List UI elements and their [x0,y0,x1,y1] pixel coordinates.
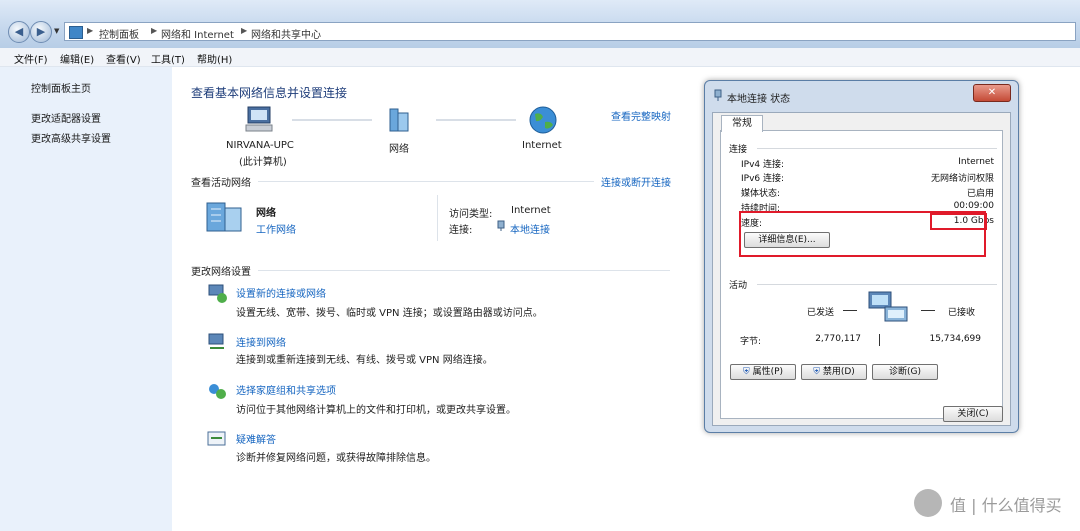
breadcrumb-control-panel[interactable]: 控制面板 [99,26,139,41]
menu-edit[interactable]: 编辑(E) [60,51,94,66]
dialog-title: 本地连接 状态 [727,94,791,105]
active-networks-header: 查看活动网络 [191,178,251,189]
breadcrumb-network-sharing-center[interactable]: 网络和共享中心 [251,26,321,41]
task-desc-new-connection: 设置无线、宽带、拨号、临时或 VPN 连接；或设置路由器或访问点。 [236,308,543,319]
network-icon [389,108,409,132]
ipv4-value: Internet [958,157,994,167]
computer-name: NIRVANA-UPC [226,140,294,151]
computer-sub-label: (此计算机) [239,157,287,168]
connect-to-network-icon [208,333,224,349]
properties-button[interactable]: ⛨ 属性(P) [730,364,796,380]
task-title-homegroup[interactable]: 选择家庭组和共享选项 [236,382,336,397]
connection-group-label: 连接 [729,145,748,155]
internet-label: Internet [522,140,562,151]
shield-icon: ⛨ [813,367,820,377]
disable-button-label: 禁用(D) [822,367,855,377]
network-type-link[interactable]: 工作网络 [256,221,296,236]
troubleshoot-icon [207,431,226,446]
left-pane: 控制面板主页 更改适配器设置 更改高级共享设置 [0,67,172,531]
disable-button[interactable]: ⛨ 禁用(D) [801,364,867,380]
diagnose-button[interactable]: 诊断(G) [872,364,938,380]
divider [757,284,997,285]
address-bar[interactable]: ▶ 控制面板 ▶ 网络和 Internet ▶ 网络和共享中心 [64,22,1076,41]
menu-help[interactable]: 帮助(H) [197,51,232,66]
dialog-close-x-button[interactable]: ✕ [973,84,1011,102]
connect-disconnect-link[interactable]: 连接或断开连接 [601,174,671,189]
menu-file[interactable]: 文件(F) [14,51,48,66]
network-building-icon [206,202,242,232]
shield-icon: ⛨ [742,367,750,377]
received-label: 已接收 [948,308,976,318]
sent-label: 已发送 [807,308,835,318]
task-title-troubleshoot[interactable]: 疑难解答 [236,431,276,446]
sidebar-item-control-panel-home[interactable]: 控制面板主页 [31,80,91,95]
access-type-label: 访问类型: [449,209,493,220]
control-panel-icon [69,26,83,39]
bytes-sent-value: 2,770,117 [815,334,861,344]
globe-icon [529,106,557,134]
active-network-name: 网络 [256,208,276,219]
network-activity-icon [868,291,908,322]
page-title: 查看基本网络信息并设置连接 [191,86,348,100]
network-link-line [436,119,516,121]
task-desc-connect-network: 连接到或重新连接到无线、有线、拨号或 VPN 网络连接。 [236,355,493,366]
breadcrumb-separator-icon: ▶ [87,26,94,35]
sidebar-item-advanced-sharing[interactable]: 更改高级共享设置 [31,130,111,145]
properties-button-label: 属性(P) [752,367,784,377]
menu-tools[interactable]: 工具(T) [151,51,185,66]
breadcrumb-network-internet[interactable]: 网络和 Internet [161,26,234,41]
sidebar-item-change-adapter[interactable]: 更改适配器设置 [31,110,101,125]
recent-pages-icon[interactable]: ▼ [54,27,59,35]
homegroup-icon [209,384,226,399]
speed-value-highlight-box [930,213,987,230]
ipv6-label: IPv6 连接: [741,174,785,184]
divider [258,270,670,271]
received-line [921,310,935,311]
task-desc-homegroup: 访问位于其他网络计算机上的文件和打印机，或更改共享设置。 [236,405,516,416]
access-type-value: Internet [511,205,551,216]
change-settings-header: 更改网络设置 [191,267,251,278]
view-full-map-link[interactable]: 查看完整映射 [611,108,671,123]
sent-line [843,310,857,311]
breadcrumb-separator-icon: ▶ [151,26,158,35]
details-button[interactable]: 详细信息(E)... [744,232,830,248]
connections-label: 连接: [449,225,473,236]
tab-page-general: 连接 IPv4 连接: Internet IPv6 连接: 无网络访问权限 媒体… [720,130,1003,419]
divider [258,181,594,182]
menu-view[interactable]: 查看(V) [106,51,141,66]
watermark-text: 值 | 什么值得买 [950,496,1062,515]
vertical-divider [437,195,438,241]
address-bar-area: ◀ ▶ ▼ ▶ 控制面板 ▶ 网络和 Internet ▶ 网络和共享中心 [0,0,1080,48]
forward-icon[interactable]: ▶ [30,21,52,43]
activity-group-label: 活动 [729,281,748,291]
computer-icon [245,106,273,132]
back-icon[interactable]: ◀ [8,21,30,43]
dialog-body: 常规 连接 IPv4 连接: Internet IPv6 连接: 无网络访问权限… [712,112,1011,426]
network-label: 网络 [389,144,409,155]
duration-value: 00:09:00 [953,201,994,211]
tab-general[interactable]: 常规 [721,115,763,132]
divider [757,148,997,149]
ethernet-icon [497,220,505,231]
task-title-connect-network[interactable]: 连接到网络 [236,334,286,349]
local-connection-status-dialog: 本地连接 状态 ✕ 常规 连接 IPv4 连接: Internet IPv6 连… [704,80,1019,433]
network-link-line [292,119,372,121]
ipv4-label: IPv4 连接: [741,160,785,170]
ethernet-icon [714,89,722,101]
menu-bar: 文件(F) 编辑(E) 查看(V) 工具(T) 帮助(H) [0,48,1080,67]
close-button[interactable]: 关闭(C) [943,406,1003,422]
breadcrumb-separator-icon: ▶ [241,26,248,35]
ipv6-value: 无网络访问权限 [930,174,994,184]
bytes-label: 字节: [740,337,762,347]
new-connection-icon [208,284,227,303]
local-connection-link[interactable]: 本地连接 [510,221,550,236]
media-state-label: 媒体状态: [741,189,781,199]
task-title-new-connection[interactable]: 设置新的连接或网络 [236,285,326,300]
media-state-value: 已启用 [966,189,994,199]
task-desc-troubleshoot: 诊断并修复网络问题，或获得故障排除信息。 [236,453,436,464]
watermark-logo [914,489,942,517]
bytes-divider [879,334,880,346]
bytes-received-value: 15,734,699 [929,334,981,344]
